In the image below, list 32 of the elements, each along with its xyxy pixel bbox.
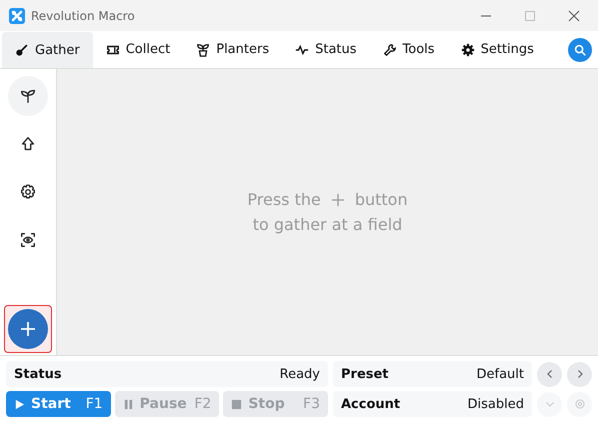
- empty-message-text: to gather at a field: [252, 215, 402, 234]
- account-label: Account: [341, 396, 400, 412]
- plus-icon: [18, 319, 38, 339]
- pulse-icon: [295, 42, 310, 56]
- eye-scan-icon: [19, 231, 37, 249]
- settings-icon: [19, 183, 37, 201]
- sprout-icon: [19, 87, 37, 105]
- shovel-icon: [15, 43, 29, 57]
- start-button[interactable]: Start F1: [6, 391, 111, 417]
- plus-icon: [330, 192, 345, 206]
- wrench-icon: [382, 42, 397, 56]
- tab[interactable]: Gather: [2, 32, 93, 68]
- play-icon: [14, 398, 25, 410]
- search-icon: [573, 42, 587, 56]
- preset-label: Preset: [341, 366, 389, 382]
- pause-icon: [122, 398, 134, 410]
- settings-icon: [574, 398, 586, 410]
- status-value: Ready: [280, 366, 320, 382]
- status-label: Status: [14, 366, 62, 382]
- account-value: Disabled: [468, 396, 524, 412]
- app-logo-icon: [9, 8, 25, 24]
- preset-value: Default: [476, 366, 524, 382]
- empty-message-text: button: [354, 190, 408, 209]
- search-button[interactable]: [568, 38, 592, 62]
- gear-icon: [460, 42, 475, 56]
- stop-icon: [231, 398, 242, 410]
- potted-plant-icon: [196, 42, 210, 56]
- empty-message-text: Press the: [247, 190, 321, 209]
- upload-arrow-icon: [19, 135, 37, 153]
- window-title: Revolution Macro: [31, 8, 135, 22]
- close-icon[interactable]: [568, 10, 580, 22]
- sprout-button[interactable]: [8, 76, 48, 116]
